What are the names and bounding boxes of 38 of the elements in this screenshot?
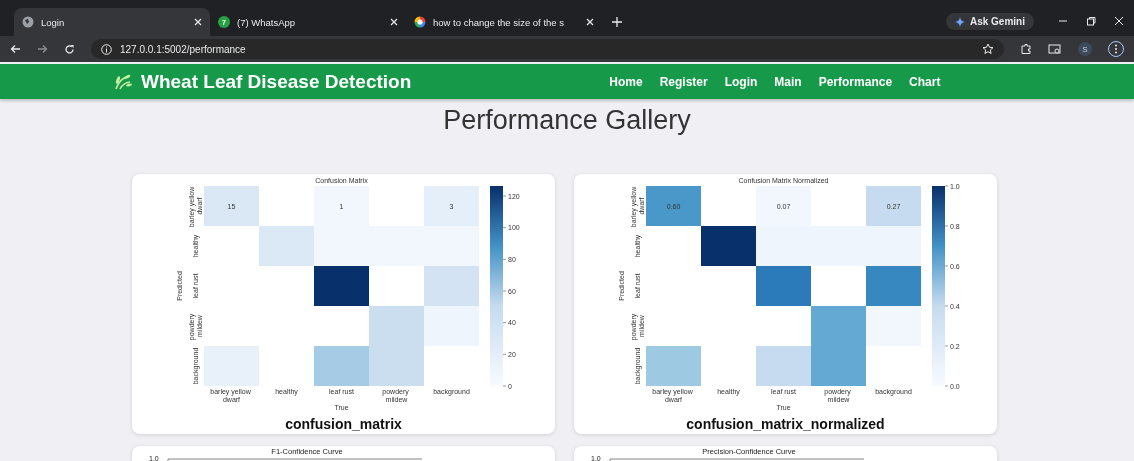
info-icon xyxy=(101,43,112,55)
reload-icon[interactable] xyxy=(64,43,75,55)
close-icon[interactable] xyxy=(390,18,398,26)
tab-title: how to change the size of the s xyxy=(433,16,565,28)
chart-caption: confusion_matrix xyxy=(285,416,402,432)
browser-tab[interactable]: how to change the size of the s xyxy=(406,8,602,36)
site-title: Wheat Leaf Disease Detection xyxy=(141,70,412,93)
url-text: 127.0.0.1:5002/performance xyxy=(120,43,247,55)
profile-avatar[interactable]: S xyxy=(1078,42,1092,56)
puzzle-icon[interactable] xyxy=(1020,43,1032,55)
address-bar[interactable]: 127.0.0.1:5002/performance xyxy=(91,39,1004,59)
back-icon[interactable] xyxy=(10,44,21,54)
sparkle-icon xyxy=(954,16,965,27)
close-icon[interactable] xyxy=(586,18,594,26)
new-tab-icon[interactable] xyxy=(612,17,622,27)
tab-title: (7) WhatsApp xyxy=(237,16,297,28)
ask-button[interactable]: Ask Gemini xyxy=(945,13,1034,30)
tab-title: Login xyxy=(41,16,66,28)
minimize-icon[interactable] xyxy=(1058,20,1068,22)
chart-caption: confusion_matrix_normalized xyxy=(686,416,885,432)
globe-icon xyxy=(22,16,34,28)
nav-link[interactable]: Home xyxy=(609,74,643,89)
nav-link[interactable]: Chart xyxy=(909,74,941,89)
browser-tab[interactable]: Login xyxy=(14,8,210,36)
star-icon[interactable] xyxy=(982,43,994,55)
nav-link[interactable]: Main xyxy=(774,74,802,89)
close-icon[interactable] xyxy=(194,18,202,26)
restore-icon[interactable] xyxy=(1086,16,1096,26)
leaf-icon xyxy=(113,73,133,90)
close-icon[interactable] xyxy=(1114,16,1124,26)
nav-link[interactable]: Register xyxy=(659,74,708,89)
page-heading: Performance Gallery xyxy=(442,105,692,137)
more-icon[interactable] xyxy=(1108,39,1124,59)
nav-link[interactable]: Login xyxy=(724,74,758,89)
google-icon xyxy=(414,16,426,28)
nav-link[interactable]: Performance xyxy=(818,74,893,89)
screen-search-icon[interactable] xyxy=(1048,43,1062,55)
forward-icon[interactable] xyxy=(37,44,48,54)
